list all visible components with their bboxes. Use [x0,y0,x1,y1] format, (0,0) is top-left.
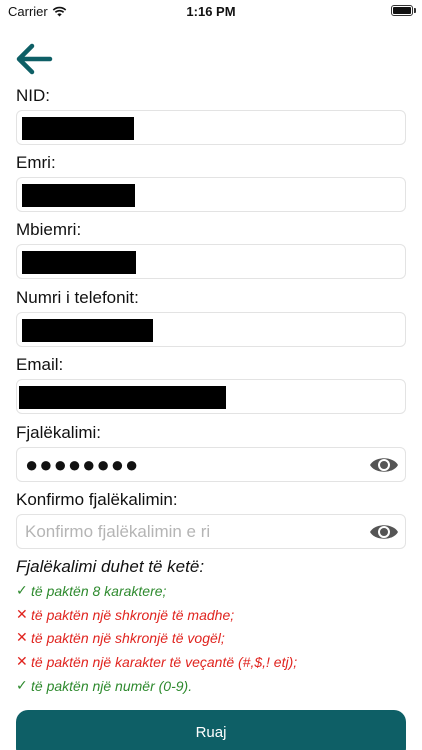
rule-item: ✕ të paktën një shkronjë të vogël; [16,629,225,646]
phone-label: Numri i telefonit: [16,288,139,307]
emri-label: Emri: [16,153,56,172]
status-time: 1:16 PM [186,4,236,19]
password-label: Fjalëkalimi: [16,423,102,442]
cross-icon: ✕ [16,606,28,622]
back-button[interactable] [14,42,54,76]
rule-item: ✕ të paktën një shkronjë të madhe; [16,606,234,623]
edit-profile-screen: Carrier 1:16 PM NID: Emri: Mbiemri: Numr… [0,0,422,750]
password-field[interactable]: ●●●●●●●● [16,447,406,482]
eye-icon[interactable] [368,520,400,544]
rule-text: të paktën 8 karaktere; [31,582,167,599]
redacted-value [22,184,135,207]
redacted-value [22,117,134,140]
rule-item: ✓ të paktën 8 karaktere; [16,582,166,599]
cross-icon: ✕ [16,629,28,645]
email-label: Email: [16,355,64,374]
battery-tip [414,8,416,13]
rule-text: të paktën një shkronjë të vogël; [31,629,225,646]
status-bar: Carrier 1:16 PM [0,0,422,22]
rule-text: të paktën një numër (0-9). [31,677,193,694]
check-icon: ✓ [16,582,28,598]
cross-icon: ✕ [16,653,28,669]
redacted-value [22,319,153,342]
rule-text: të paktën një karakter të veçantë (#,$,!… [31,653,298,670]
password-value: ●●●●●●●● [25,452,140,477]
eye-icon[interactable] [368,453,400,477]
mbiemri-label: Mbiemri: [16,220,82,239]
nid-field[interactable] [16,110,406,145]
save-button[interactable]: Ruaj [16,710,406,750]
check-icon: ✓ [16,677,28,693]
rule-text: të paktën një shkronjë të madhe; [31,606,235,623]
emri-field[interactable] [16,177,406,212]
confirm-password-placeholder: Konfirmo fjalëkalimin e ri [25,522,211,541]
nid-label: NID: [16,86,50,105]
phone-field[interactable] [16,312,406,347]
rule-item: ✓ të paktën një numër (0-9). [16,677,192,694]
password-rules-title: Fjalëkalimi duhet të ketë: [16,557,205,576]
redacted-value [19,386,226,409]
confirm-password-label: Konfirmo fjalëkalimin: [16,490,178,509]
rule-item: ✕ të paktën një karakter të veçantë (#,$… [16,653,297,670]
battery-icon [391,5,413,16]
arrow-left-icon [16,43,53,75]
confirm-password-field[interactable]: Konfirmo fjalëkalimin e ri [16,514,406,549]
email-field[interactable] [16,379,406,414]
redacted-value [22,251,136,274]
mbiemri-field[interactable] [16,244,406,279]
